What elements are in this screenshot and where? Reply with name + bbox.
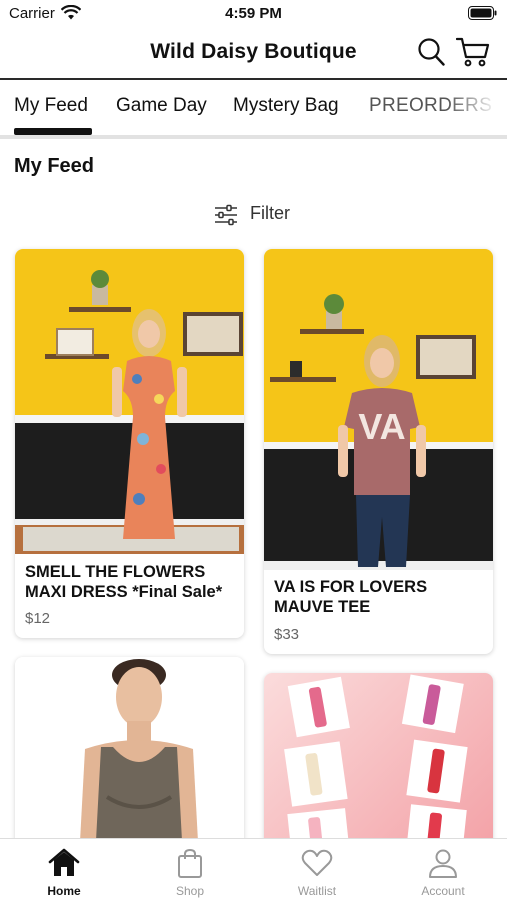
sliders-icon bbox=[215, 204, 237, 226]
tab-divider bbox=[0, 135, 507, 139]
nav-account[interactable]: Account bbox=[380, 839, 506, 900]
filter-label: Filter bbox=[250, 203, 290, 223]
svg-text:VA: VA bbox=[358, 406, 405, 447]
bottom-tab-bar: Home Shop Waitlist Account bbox=[0, 838, 507, 900]
tab-mystery-bag[interactable]: Mystery Bag bbox=[233, 95, 339, 117]
tab-game-day[interactable]: Game Day bbox=[116, 95, 207, 117]
nav-shop-label: Shop bbox=[175, 884, 205, 898]
status-bar: Carrier 4:59 PM bbox=[0, 0, 507, 28]
tab-scroll-fade bbox=[447, 80, 507, 136]
product-card[interactable]: VA VA IS FOR LOVERS MAUVE TEE $33 bbox=[264, 249, 493, 654]
cart-icon[interactable] bbox=[456, 37, 490, 67]
nav-home-label: Home bbox=[47, 884, 81, 898]
nav-waitlist-label: Waitlist bbox=[297, 884, 337, 898]
product-image: VA bbox=[264, 249, 493, 570]
product-price: $33 bbox=[274, 626, 300, 643]
nav-account-label: Account bbox=[421, 884, 465, 898]
nav-shop[interactable]: Shop bbox=[127, 839, 253, 900]
filter-button[interactable]: Filter bbox=[214, 203, 304, 227]
nav-waitlist[interactable]: Waitlist bbox=[254, 839, 380, 900]
product-image bbox=[15, 249, 244, 554]
battery-icon bbox=[468, 6, 497, 20]
active-tab-indicator bbox=[14, 128, 92, 135]
tab-my-feed[interactable]: My Feed bbox=[14, 95, 88, 117]
app-header: Wild Daisy Boutique bbox=[0, 28, 507, 78]
shopping-bag-icon bbox=[178, 848, 202, 878]
user-icon bbox=[429, 849, 457, 878]
product-card[interactable]: SMELL THE FLOWERS MAXI DRESS *Final Sale… bbox=[15, 249, 244, 638]
product-price: $12 bbox=[25, 610, 51, 627]
home-icon bbox=[48, 848, 80, 876]
nav-home[interactable]: Home bbox=[1, 839, 127, 900]
product-name: SMELL THE FLOWERS MAXI DRESS *Final Sale… bbox=[25, 563, 223, 601]
heart-icon bbox=[301, 849, 333, 876]
status-time: 4:59 PM bbox=[225, 5, 282, 22]
section-title: My Feed bbox=[14, 155, 95, 177]
product-name: VA IS FOR LOVERS MAUVE TEE bbox=[274, 578, 428, 616]
search-icon[interactable] bbox=[417, 37, 445, 67]
